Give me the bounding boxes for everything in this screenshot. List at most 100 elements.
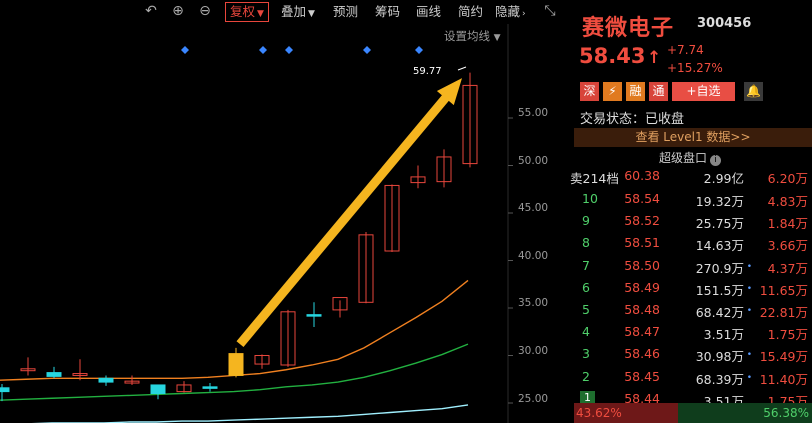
candle-body [228, 353, 244, 376]
order-mark-icon: • [746, 261, 752, 272]
level-price: 58.45 [624, 368, 660, 384]
level-amount: 3.66万 [767, 238, 808, 254]
level-label: 10 [582, 191, 598, 206]
y-tick-label: 30.00 [518, 345, 549, 357]
price-change-pct: +15.27% [667, 61, 723, 75]
level-volume: 68.39万 [695, 371, 744, 387]
tab-draw[interactable]: 画线 [416, 3, 441, 21]
add-watchlist-button[interactable]: +自选 [672, 82, 735, 101]
tab-fuquan[interactable]: 复权 ▼ [225, 2, 269, 22]
quote-panel: 赛微电子 300456 58.43 ↑ +7.74 +15.27% 深 ⚡ 融 … [568, 0, 812, 423]
level-volume: 151.5万 [695, 282, 744, 298]
super-orderbook-header: 超级盘口 i [568, 149, 812, 166]
orderbook-row: 9 58.52 25.75万 1.84万 [568, 211, 812, 232]
collapse-icon[interactable]: ⤡ [542, 3, 558, 19]
orderbook-row: 6 58.49 151.5万 • 11.65万 [568, 278, 812, 299]
level-amount: 11.40万 [759, 371, 808, 387]
level-price: 58.54 [624, 191, 660, 206]
level-volume: 3.51万 [703, 327, 744, 343]
level-price: 58.52 [624, 213, 660, 229]
level-amount: 4.37万 [767, 260, 808, 276]
level-price: 58.51 [624, 235, 660, 251]
event-marker-icon [285, 46, 293, 54]
orderbook-row: 5 58.48 68.42万 • 22.81万 [568, 300, 812, 321]
y-tick-label: 55.00 [518, 107, 549, 119]
tab-forecast[interactable]: 预测 [333, 3, 358, 21]
level-label: 5 [582, 302, 590, 317]
alert-bell-icon[interactable]: 🔔 [744, 82, 763, 101]
order-mark-icon: • [746, 350, 752, 361]
candle-body [0, 387, 10, 393]
orderbook-row: 8 58.51 14.63万 3.66万 [568, 233, 812, 254]
tag-connect: 通 [649, 82, 668, 101]
ma-setting-dropdown[interactable]: 设置均线 ▼ [444, 28, 501, 44]
event-marker-icon [363, 46, 371, 54]
candle-body [150, 384, 166, 395]
event-marker-icon [259, 46, 267, 54]
event-marker-icon [181, 46, 189, 54]
up-arrow-icon: ↑ [647, 48, 662, 68]
level1-data-button[interactable]: 查看 Level1 数据>> [574, 128, 812, 147]
kline-chart-area[interactable]: ↶ ⊕ ⊖ 复权 ▼ 叠加 ▼ 预测 筹码 画线 简约 隐藏 › ⤡ 设置均线 ▼ 5… [0, 0, 566, 423]
candle-body [46, 372, 62, 377]
level-label: 2 [582, 368, 590, 384]
last-price: 58.43 [579, 44, 646, 68]
sell-header-price: 60.38 [624, 168, 660, 183]
level-volume: 270.9万 [695, 260, 744, 276]
tab-hide[interactable]: 隐藏 › [495, 3, 526, 21]
level-price: 58.49 [624, 279, 660, 295]
orderbook-row: 3 58.46 30.98万 • 15.49万 [568, 344, 812, 365]
zoom-in-icon[interactable]: ⊕ [170, 3, 186, 19]
peak-pointer [457, 66, 467, 71]
tab-simple[interactable]: 简约 [458, 3, 483, 21]
y-tick-label: 35.00 [518, 297, 549, 309]
lightning-icon: ⚡ [603, 82, 622, 101]
y-tick-label: 40.00 [518, 250, 549, 262]
buy-ratio-label: 43.62% [576, 406, 622, 420]
chart-toolbar: ↶ ⊕ ⊖ 复权 ▼ 叠加 ▼ 预测 筹码 画线 简约 隐藏 › ⤡ [0, 0, 566, 24]
trading-status: 交易状态：已收盘 [580, 112, 685, 127]
sell-ratio-label: 56.38% [763, 406, 809, 420]
kline-chart[interactable] [0, 0, 566, 423]
level-amount: 4.83万 [767, 194, 808, 209]
price-change: +7.74 [667, 43, 704, 57]
order-mark-icon: • [746, 283, 752, 294]
level-label: 3 [582, 346, 590, 362]
level-label: 6 [582, 279, 590, 295]
level-volume: 30.98万 [695, 349, 744, 365]
level-amount: 1.84万 [767, 216, 808, 232]
level-label: 9 [582, 213, 590, 229]
candle-body [202, 386, 218, 389]
sell-header-amt: 6.20万 [767, 171, 808, 186]
tab-overlay[interactable]: 叠加 ▼ [281, 3, 315, 21]
zoom-out-icon[interactable]: ⊖ [197, 3, 213, 19]
undo-icon[interactable]: ↶ [143, 3, 159, 19]
info-icon[interactable]: i [710, 155, 721, 166]
trend-arrow-icon [236, 78, 462, 347]
orderbook-sell-header: 卖214档 60.38 2.99亿 6.20万 [568, 166, 812, 187]
sell-header-vol: 2.99亿 [703, 171, 744, 186]
event-marker-icon [415, 46, 423, 54]
level-volume: 14.63万 [695, 238, 744, 254]
order-mark-icon: • [746, 372, 752, 383]
level-price: 58.48 [624, 302, 660, 317]
y-tick-label: 50.00 [518, 155, 549, 167]
orderbook-row: 7 58.50 270.9万 • 4.37万 [568, 256, 812, 277]
level-amount: 11.65万 [759, 282, 808, 298]
y-tick-label: 25.00 [518, 393, 549, 405]
orderbook-row: 4 58.47 3.51万 1.75万 [568, 322, 812, 343]
orderbook-row: 2 58.45 68.39万 • 11.40万 [568, 367, 812, 388]
level-label: 7 [582, 257, 590, 273]
ma60-line [31, 404, 469, 423]
peak-price-label: 59.77 [413, 66, 442, 77]
candle-body [98, 377, 114, 383]
candle-body [306, 314, 322, 317]
level-amount: 22.81万 [759, 305, 808, 320]
level-label: 8 [582, 235, 590, 251]
stock-name: 赛微电子 [582, 16, 675, 41]
level-amount: 1.75万 [767, 327, 808, 343]
level-volume: 68.42万 [695, 305, 744, 320]
tab-chips[interactable]: 筹码 [375, 3, 400, 21]
buy-sell-ratio-bar: 43.62% 56.38% [574, 403, 812, 423]
y-tick-label: 45.00 [518, 202, 549, 214]
